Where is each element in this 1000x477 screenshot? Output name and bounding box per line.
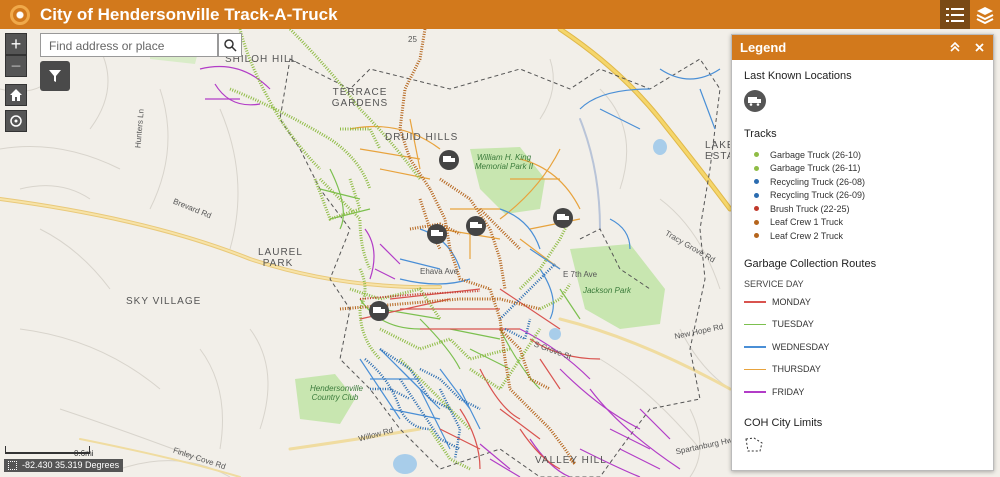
truck-icon (744, 90, 766, 112)
route-line-icon (744, 368, 766, 370)
track-dot-icon (754, 233, 759, 239)
collapse-icon (950, 42, 960, 52)
park-label: William H. King Memorial Park II (474, 153, 534, 171)
route-line-icon (744, 346, 766, 348)
close-button[interactable] (971, 39, 987, 55)
section-tracks: Tracks (744, 128, 777, 140)
track-label: Recycling Truck (26-09) (770, 190, 866, 201)
track-label: Recycling Truck (26-08) (770, 176, 866, 187)
legend-list-icon (946, 7, 964, 22)
search-button[interactable] (218, 33, 242, 57)
park-label: Jackson Park (582, 286, 632, 295)
track-label: Garbage Truck (26-11) (770, 163, 861, 174)
route-item: MONDAY (744, 291, 981, 314)
search-input[interactable]: Find address or place (40, 33, 218, 57)
track-label: Garbage Truck (26-10) (770, 149, 862, 160)
locate-icon (10, 115, 22, 127)
city-limits-swatch-icon (744, 437, 981, 458)
place-label: LAKE ESTATES (705, 140, 730, 162)
place-label: VALLEY HILL (535, 455, 607, 466)
route-item: THURSDAY (744, 358, 981, 381)
section-last-known: Last Known Locations (744, 70, 852, 82)
track-item: Leaf Crew 1 Truck (744, 216, 981, 230)
route-line-icon (744, 323, 766, 325)
place-label: SKY VILLAGE (126, 296, 202, 307)
home-button[interactable] (5, 84, 27, 106)
close-icon (974, 42, 984, 52)
track-item: Leaf Crew 2 Truck (744, 229, 981, 243)
track-label: Leaf Crew 1 Truck (770, 217, 844, 228)
home-icon (10, 89, 22, 101)
app-title: City of Hendersonville Track-A-Truck (40, 4, 338, 24)
locate-button[interactable] (5, 110, 27, 132)
place-label: DRUID HILLS (385, 132, 459, 143)
route-item: FRIDAY (744, 381, 981, 404)
track-item: Recycling Truck (26-09) (744, 189, 981, 203)
layers-button[interactable] (970, 0, 1000, 29)
track-dot-icon (754, 152, 759, 158)
legend-body: Last Known Locations Tracks Garbage Truc… (732, 70, 993, 458)
route-line-icon (744, 391, 766, 393)
city-logo-icon (10, 4, 30, 25)
track-dot-icon (754, 219, 759, 225)
place-label: TERRACE GARDENS (331, 87, 389, 109)
zoom-in-button[interactable]: + (5, 33, 27, 55)
scale-label: 0.6mi (74, 449, 94, 458)
track-label: Leaf Crew 2 Truck (770, 230, 844, 241)
road-label: E 7th Ave (563, 270, 598, 279)
filter-button[interactable] (40, 61, 70, 91)
track-item: Garbage Truck (26-11) (744, 162, 981, 176)
legend-toggle-button[interactable] (940, 0, 970, 29)
route-label: FRIDAY (772, 386, 805, 397)
track-dot-icon (754, 179, 759, 185)
service-day-label: SERVICE DAY (744, 278, 804, 289)
app-window: City of Hendersonville Track-A-Truck SHI… (0, 0, 1000, 477)
track-item: Garbage Truck (26-10) (744, 148, 981, 162)
route-item: WEDNESDAY (744, 336, 981, 359)
section-routes: Garbage Collection Routes (744, 257, 877, 270)
search-icon (223, 38, 237, 52)
coordinate-readout: -82.430 35.319 Degrees (4, 459, 124, 472)
legend-header: Legend (732, 35, 993, 60)
track-dot-icon (754, 165, 759, 171)
track-item: Brush Truck (22-25) (744, 202, 981, 216)
route-line-icon (744, 301, 766, 303)
routes-list: MONDAY TUESDAY WEDNESDAY THURSDAY FRIDAY (744, 291, 981, 404)
road-label: 25 (408, 35, 417, 44)
app-header: City of Hendersonville Track-A-Truck (0, 0, 1000, 29)
tracks-list: Garbage Truck (26-10) Garbage Truck (26-… (744, 148, 981, 243)
layers-icon (976, 6, 994, 24)
track-dot-icon (754, 206, 759, 212)
crosshair-icon (8, 461, 17, 470)
road-label: Ehava Ave (420, 267, 459, 276)
zoom-out-button[interactable]: − (5, 55, 27, 77)
track-dot-icon (754, 192, 759, 198)
filter-icon (49, 70, 61, 82)
route-label: MONDAY (772, 296, 811, 307)
collapse-button[interactable] (947, 39, 963, 55)
legend-title: Legend (740, 40, 787, 55)
place-label: LAUREL PARK (258, 247, 303, 269)
route-label: TUESDAY (772, 319, 814, 330)
park-label: Hendersonville Country Club (310, 384, 363, 402)
coordinate-text: -82.430 35.319 Degrees (22, 460, 120, 470)
route-label: THURSDAY (772, 364, 821, 375)
section-city-limits: COH City Limits (744, 417, 823, 429)
legend-panel: Legend Last Known Locations Tracks Garba… (731, 34, 994, 471)
route-item: TUESDAY (744, 313, 981, 336)
route-label: WEDNESDAY (772, 341, 830, 352)
track-item: Recycling Truck (26-08) (744, 175, 981, 189)
track-label: Brush Truck (22-25) (770, 203, 850, 214)
